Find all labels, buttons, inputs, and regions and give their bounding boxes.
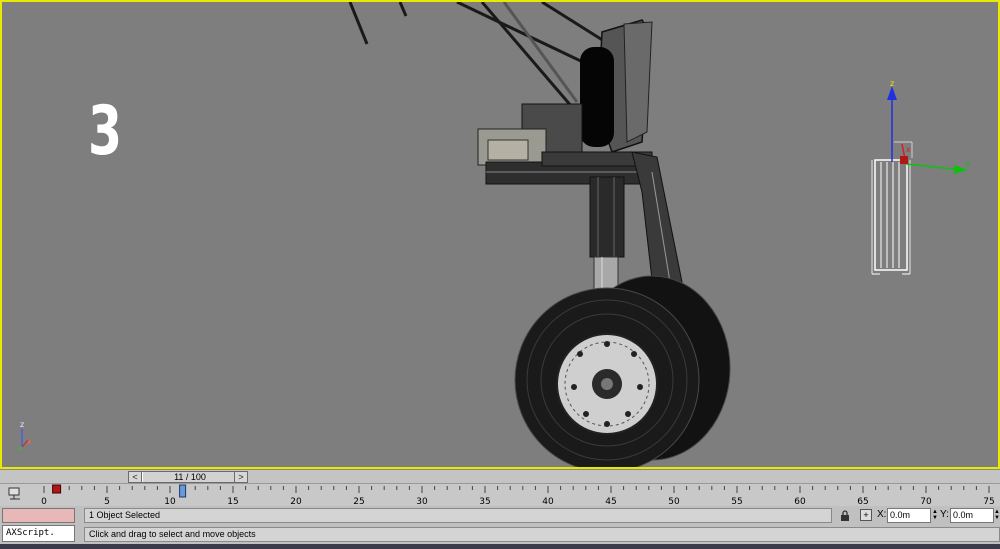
gizmo-x-label: x xyxy=(906,145,911,154)
x-coord-field[interactable]: 0.0m xyxy=(887,508,931,523)
time-slider-thumb[interactable]: 11 / 100 xyxy=(142,472,238,482)
perspective-viewport[interactable]: 3 z x y z x xyxy=(0,0,1000,469)
maxscript-input[interactable]: AXScript. xyxy=(2,525,75,542)
absolute-mode-icon[interactable]: + xyxy=(860,509,872,521)
x-coord-spinner[interactable]: ▲ ▼ xyxy=(932,509,938,521)
current-frame-marker[interactable] xyxy=(179,484,187,498)
selection-status: 1 Object Selected xyxy=(84,508,832,523)
front-wheel xyxy=(514,287,700,467)
frame-ruler[interactable]: 0 5 10 15 20 25 30 35 40 45 50 55 60 65 70 75 xyxy=(30,484,1000,507)
top-bracket xyxy=(580,19,653,153)
status-area: AXScript. 1 Object Selected + X: 0.0m ▲ ▼… xyxy=(0,506,1000,549)
maxscript-listener-output[interactable] xyxy=(2,508,75,523)
gizmo-y-label: y xyxy=(966,159,971,168)
track-view-icon[interactable] xyxy=(8,487,24,501)
keyframe-marker[interactable] xyxy=(52,484,62,494)
strut-mechanism xyxy=(477,103,683,303)
prompt-line: Click and drag to select and move object… xyxy=(84,527,1000,542)
taskbar-strip xyxy=(0,544,1000,549)
oleo-strut xyxy=(589,176,625,298)
viewport-axis-tripod: z x xyxy=(17,420,32,450)
trackbar[interactable]: 0 5 10 15 20 25 30 35 40 45 50 55 60 65 70 75 xyxy=(0,483,1000,507)
x-coord-label: X: xyxy=(877,509,887,520)
selected-object[interactable] xyxy=(871,159,911,275)
time-slider[interactable]: < 11 / 100 > xyxy=(128,471,248,483)
y-coord-field[interactable]: 0.0m xyxy=(950,508,994,523)
time-slider-prev-button[interactable]: < xyxy=(129,472,142,482)
tripod-z-label: z xyxy=(20,420,24,429)
scene-canvas[interactable]: z x y z x xyxy=(2,2,998,467)
time-slider-next-button[interactable]: > xyxy=(234,472,247,482)
time-slider-bar: < 11 / 100 > xyxy=(0,469,1000,484)
gizmo-z-label: z xyxy=(890,79,894,88)
lock-icon[interactable] xyxy=(840,510,850,521)
upper-struts xyxy=(348,2,613,108)
tripod-x-label: x xyxy=(27,437,32,446)
y-coord-spinner[interactable]: ▲ ▼ xyxy=(994,509,1000,521)
y-coord-label: Y: xyxy=(940,509,949,520)
